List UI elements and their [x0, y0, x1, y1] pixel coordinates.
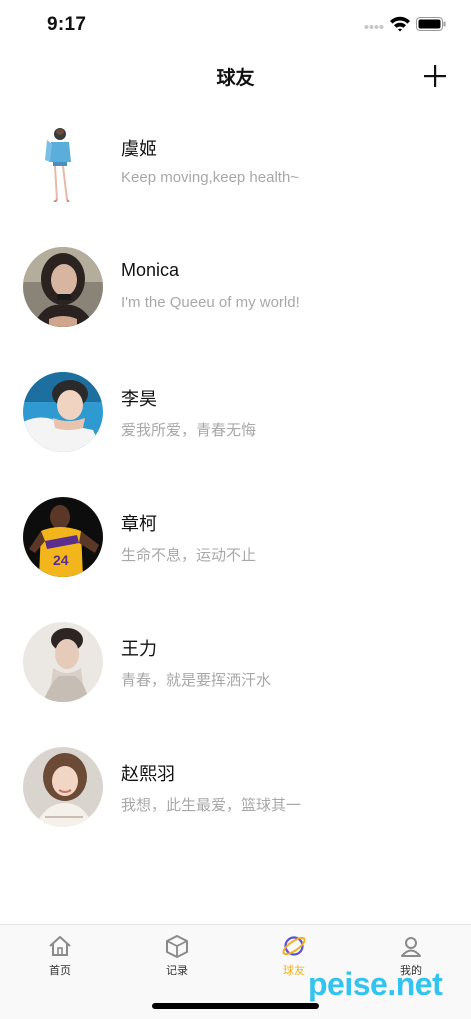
friend-row[interactable]: 李昊 爱我所爱，青春无悔 [0, 350, 471, 475]
avatar-photo [23, 372, 103, 452]
home-indicator[interactable] [152, 1003, 319, 1009]
friend-motto: 爱我所爱，青春无悔 [121, 422, 257, 439]
battery-icon [416, 17, 446, 31]
friend-row[interactable]: 虞姬 Keep moving,keep health~ [0, 100, 471, 225]
avatar-photo [23, 247, 103, 327]
avatar: 24 [23, 497, 103, 577]
friend-motto: I'm the Queeu of my world! [121, 294, 300, 311]
tab-label: 首页 [49, 965, 71, 977]
friend-name: Monica [121, 260, 180, 280]
watermark-text: peise.net [308, 966, 443, 1002]
status-time: 9:17 [47, 14, 87, 35]
avatar-illustration [23, 122, 103, 202]
svg-text:24: 24 [53, 552, 69, 568]
friend-row[interactable]: 赵熙羽 我想，此生最爱，篮球其一 [0, 725, 471, 850]
avatar-photo: 24 [23, 497, 103, 577]
tab-records[interactable]: 记录 [137, 933, 217, 985]
cellular-signal-icon [364, 25, 384, 29]
avatar [23, 122, 103, 202]
wifi-icon [390, 16, 410, 32]
friend-list: 虞姬 Keep moving,keep health~ Monica I'm t… [0, 100, 471, 850]
box-icon [166, 935, 188, 958]
status-bar: 9:17 [0, 0, 471, 50]
friend-name: 王力 [121, 639, 157, 659]
friend-name: 李昊 [121, 389, 157, 409]
avatar-photo [23, 747, 103, 827]
avatar [23, 372, 103, 452]
avatar [23, 747, 103, 827]
friend-motto: 生命不息，运动不止 [121, 547, 257, 564]
home-icon [49, 936, 71, 956]
planet-icon [282, 936, 306, 956]
avatar [23, 622, 103, 702]
avatar [23, 247, 103, 327]
friend-motto: 我想，此生最爱，篮球其一 [121, 797, 302, 814]
friend-row[interactable]: 24 章柯 生命不息，运动不止 [0, 475, 471, 600]
page-title: 球友 [216, 68, 255, 89]
friend-row[interactable]: 王力 青春，就是要挥洒汗水 [0, 600, 471, 725]
plus-icon[interactable] [422, 63, 448, 89]
avatar-photo [23, 622, 103, 702]
friend-name: 虞姬 [121, 139, 157, 159]
friend-motto: 青春，就是要挥洒汗水 [121, 672, 272, 689]
user-icon [401, 937, 421, 957]
friend-motto: Keep moving,keep health~ [121, 169, 300, 186]
friend-name: 章柯 [121, 514, 157, 534]
tab-label: 记录 [166, 965, 188, 977]
friend-row[interactable]: Monica I'm the Queeu of my world! [0, 225, 471, 350]
tab-home[interactable]: 首页 [20, 933, 100, 985]
nav-bar: 球友 [0, 50, 471, 100]
friend-name: 赵熙羽 [121, 764, 175, 784]
